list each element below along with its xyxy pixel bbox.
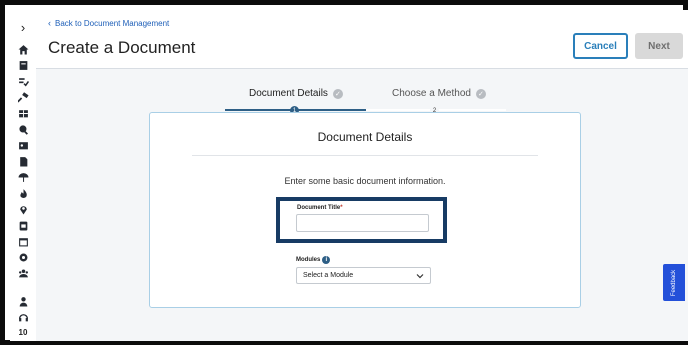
divider: [192, 155, 538, 156]
document-stack-icon[interactable]: [10, 60, 36, 71]
card-description: Enter some basic document information.: [284, 176, 446, 186]
check-icon: ✓: [332, 88, 343, 99]
sidebar: › 10: [10, 10, 36, 341]
module-select-value: Select a Module: [303, 272, 354, 279]
home-icon[interactable]: [10, 44, 36, 55]
calendar-icon[interactable]: [10, 236, 36, 247]
file-icon[interactable]: [10, 156, 36, 167]
back-link-label: Back to Document Management: [55, 18, 170, 28]
flame-icon[interactable]: [10, 188, 36, 199]
chevron-down-icon: [416, 273, 424, 278]
app-frame: › 10 ‹ Back to Document Management Creat…: [0, 0, 688, 345]
id-card-icon[interactable]: [10, 140, 36, 151]
step-choose-method[interactable]: Choose a Method ✓: [392, 88, 486, 99]
back-link[interactable]: ‹ Back to Document Management: [48, 18, 169, 28]
check-icon: ✓: [475, 88, 486, 99]
umbrella-icon[interactable]: [10, 172, 36, 183]
grid-icon[interactable]: [10, 108, 36, 119]
document-title-input[interactable]: [296, 214, 429, 232]
step-label: Document Details: [249, 88, 328, 99]
checklist-icon[interactable]: [10, 76, 36, 87]
cancel-button[interactable]: Cancel: [573, 33, 628, 59]
step-label: Choose a Method: [392, 88, 471, 99]
sidebar-toggle-icon[interactable]: ›: [10, 20, 36, 35]
hammer-icon[interactable]: [10, 92, 36, 103]
card-title: Document Details: [317, 130, 413, 144]
modules-label: Modules i: [296, 256, 331, 264]
document-details-card: Document Details Enter some basic docume…: [149, 112, 581, 308]
page-title: Create a Document: [48, 38, 196, 57]
feedback-tab[interactable]: Feedback: [663, 264, 685, 301]
gear-icon[interactable]: [10, 252, 36, 263]
chevron-left-icon: ‹: [48, 18, 51, 28]
step-document-details[interactable]: Document Details ✓: [249, 88, 343, 99]
content-area: Document Details ✓ Choose a Method ✓ 1 2…: [36, 69, 688, 341]
module-select[interactable]: Select a Module: [296, 267, 431, 284]
location-pin-icon[interactable]: [10, 204, 36, 215]
search-icon[interactable]: [10, 124, 36, 135]
user-icon[interactable]: [10, 296, 36, 307]
feedback-label: Feedback: [671, 269, 678, 296]
sidebar-counter: 10: [18, 328, 28, 337]
next-button[interactable]: Next: [635, 33, 683, 59]
main-area: ‹ Back to Document Management Create a D…: [36, 10, 688, 341]
document-title-label-text: Document Title: [297, 205, 341, 211]
group-icon[interactable]: [10, 268, 36, 279]
info-icon[interactable]: i: [322, 256, 331, 264]
required-marker: *: [340, 205, 343, 211]
headset-icon[interactable]: [10, 312, 36, 323]
modules-label-text: Modules: [296, 257, 321, 263]
page-header: ‹ Back to Document Management Create a D…: [36, 10, 688, 69]
document-title-label: Document Title*: [297, 205, 343, 211]
clipboard-icon[interactable]: [10, 220, 36, 231]
